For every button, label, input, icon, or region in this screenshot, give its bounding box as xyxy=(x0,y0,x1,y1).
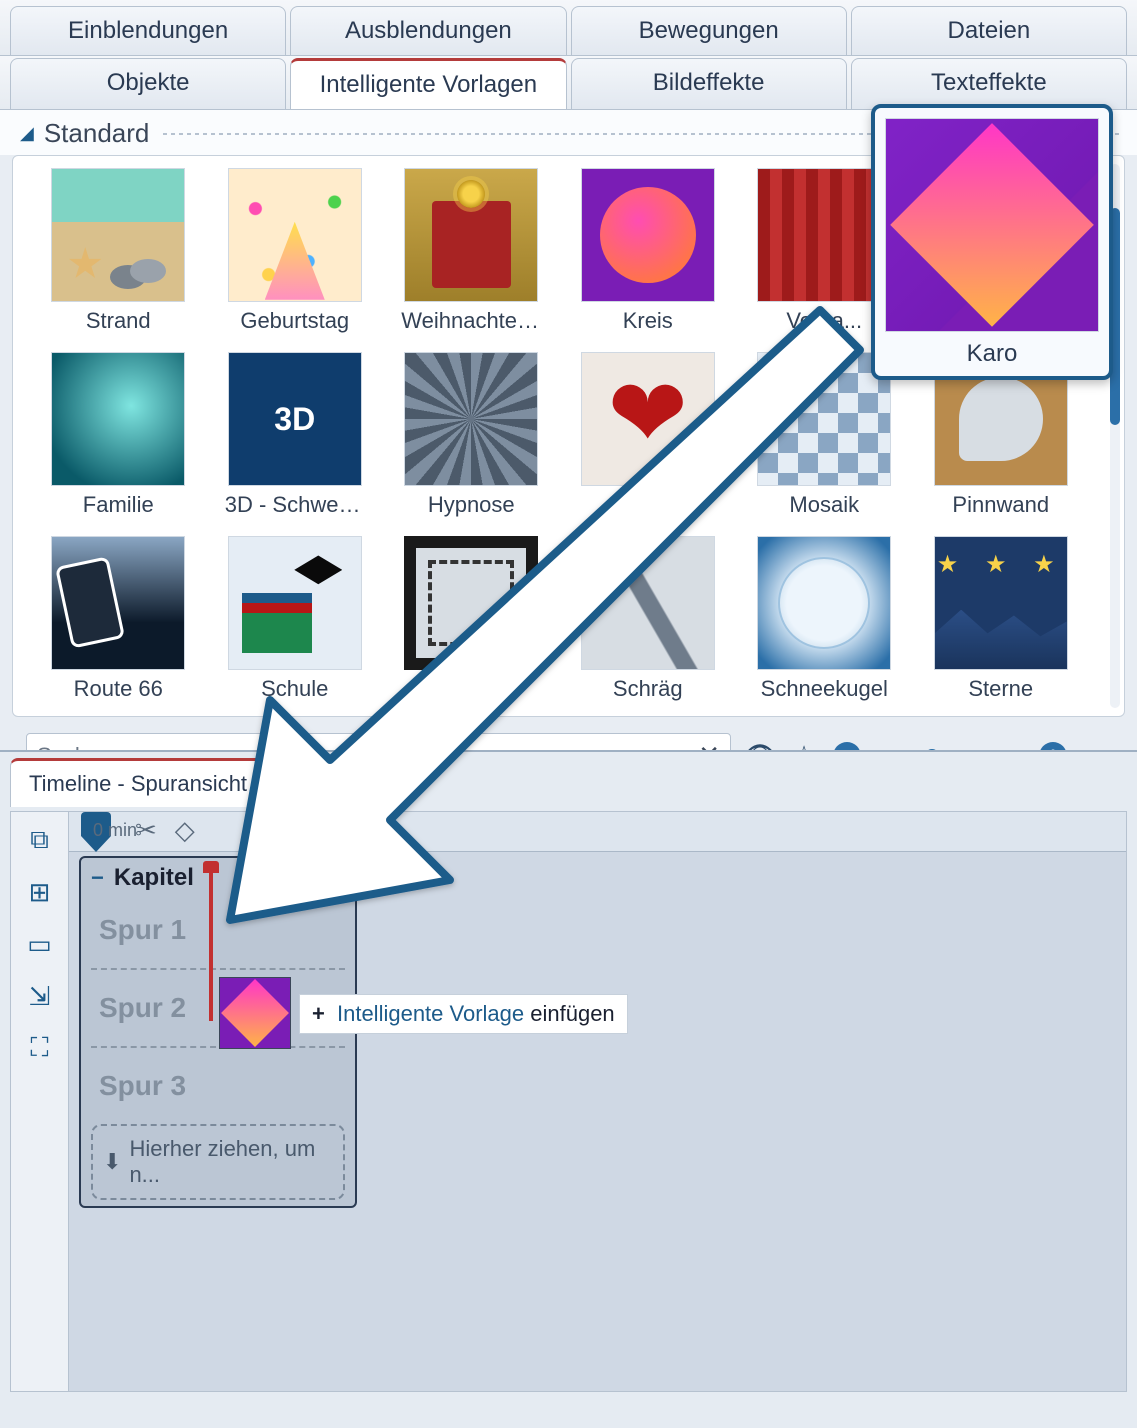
gallery-label: Kreis xyxy=(623,308,673,334)
chapter-dropzone[interactable]: ⬇ Hierher ziehen, um n... xyxy=(91,1124,345,1200)
gallery-label: Schräg xyxy=(613,676,683,702)
gallery-label: Weihnachten 1 xyxy=(401,308,541,334)
timeline-panel: Timeline - Spuransicht S... ⧉ ⊞ ▭ ⇲ ⛶ ✂ … xyxy=(0,750,1137,1428)
gallery-thumb xyxy=(51,352,185,486)
gallery-label: Strand xyxy=(86,308,151,334)
category-label: Standard xyxy=(44,118,150,149)
gallery-label: Geburtstag xyxy=(240,308,349,334)
marker-icon[interactable]: ◇ xyxy=(175,815,195,846)
gallery-label: Sterne xyxy=(968,676,1033,702)
gallery-thumb xyxy=(51,536,185,670)
gallery-thumb xyxy=(581,536,715,670)
gallery-thumb xyxy=(404,352,538,486)
gallery-thumb xyxy=(581,352,715,486)
gallery-label: Schule xyxy=(261,676,328,702)
timeline-cursor[interactable] xyxy=(209,871,213,1021)
subtab-bildeffekte[interactable]: Bildeffekte xyxy=(571,58,847,109)
gallery-item[interactable]: Schräg xyxy=(567,536,730,702)
tool-addremove-icon[interactable]: ⊞ xyxy=(22,874,58,910)
gallery-item[interactable]: Stummfi... xyxy=(390,536,553,702)
drop-tooltip-blue: Intelligente Vorlage xyxy=(337,1001,524,1026)
dropzone-label: Hierher ziehen, um n... xyxy=(129,1136,333,1188)
tool-splitview-icon[interactable]: ⧉ xyxy=(22,822,58,858)
gallery-item[interactable]: Geburtstag xyxy=(214,168,377,334)
preview-thumbnail xyxy=(885,118,1099,332)
subtab-objekte[interactable]: Objekte xyxy=(10,58,286,109)
gallery-thumb xyxy=(51,168,185,302)
timeline-ruler[interactable]: ✂ ◇ 0 min xyxy=(69,812,1126,852)
gallery-label: Vorha... xyxy=(786,308,862,334)
gallery-item[interactable]: Sterne xyxy=(920,536,1083,702)
gallery-label: Stummfi... xyxy=(422,676,521,702)
timeline-tab-spuransicht[interactable]: Timeline - Spuransicht xyxy=(10,758,266,807)
top-tabbar: Einblendungen Ausblendungen Bewegungen D… xyxy=(0,0,1137,56)
gallery-item[interactable]: Liebe xyxy=(567,352,730,518)
tool-expand-icon[interactable]: ⛶ xyxy=(22,1030,58,1066)
gallery-thumb xyxy=(404,536,538,670)
timeline-tabstrip: Timeline - Spuransicht S... xyxy=(10,758,1127,812)
gallery-item[interactable]: Schule xyxy=(214,536,377,702)
scissors-icon[interactable]: ✂ xyxy=(135,815,157,846)
gallery-item[interactable]: Kreis xyxy=(567,168,730,334)
gallery-thumb xyxy=(934,536,1068,670)
gallery-thumb xyxy=(757,536,891,670)
timeline-tab-secondary[interactable]: S... xyxy=(270,758,341,807)
track-label-1[interactable]: Spur 1 xyxy=(91,892,345,970)
subtab-texteffekte[interactable]: Texteffekte xyxy=(851,58,1127,109)
dragged-template-thumb[interactable] xyxy=(219,977,291,1049)
tab-einblendungen[interactable]: Einblendungen xyxy=(10,6,286,55)
tab-dateien[interactable]: Dateien xyxy=(851,6,1127,55)
expand-icon: ◢ xyxy=(20,123,34,144)
template-preview-popover: Karo xyxy=(871,104,1113,380)
tool-layers-icon[interactable]: ▭ xyxy=(22,926,58,962)
gallery-item[interactable]: Route 66 xyxy=(37,536,200,702)
gallery-item[interactable]: Strand xyxy=(37,168,200,334)
tab-ausblendungen[interactable]: Ausblendungen xyxy=(290,6,566,55)
chapter-title: Kapitel xyxy=(114,864,194,892)
gallery-item[interactable]: Weihnachten 1 xyxy=(390,168,553,334)
gallery-thumb xyxy=(581,168,715,302)
gallery-thumb xyxy=(228,536,362,670)
track-label-3[interactable]: Spur 3 xyxy=(91,1048,345,1124)
subtab-vorlagen[interactable]: Intelligente Vorlagen xyxy=(290,58,566,109)
preview-label: Karo xyxy=(885,332,1099,370)
dropzone-down-icon: ⬇ xyxy=(103,1149,121,1175)
gallery-label: Liebe xyxy=(621,492,675,518)
ruler-tool-icons: ✂ ◇ xyxy=(135,815,195,846)
timeline-body: ⧉ ⊞ ▭ ⇲ ⛶ ✂ ◇ 0 min − Kapitel xyxy=(10,812,1127,1392)
tab-bewegungen[interactable]: Bewegungen xyxy=(571,6,847,55)
tool-collapse-icon[interactable]: ⇲ xyxy=(22,978,58,1014)
gallery-thumb xyxy=(404,168,538,302)
gallery-item[interactable]: 3D 3D - Schweb... xyxy=(214,352,377,518)
gallery-label: Familie xyxy=(83,492,154,518)
gallery-item[interactable]: Familie xyxy=(37,352,200,518)
chapter-collapse-icon[interactable]: − xyxy=(91,865,104,891)
gallery-item[interactable]: Schneekugel xyxy=(743,536,906,702)
timeline-tool-column: ⧉ ⊞ ▭ ⇲ ⛶ xyxy=(11,812,69,1391)
gallery-thumb xyxy=(228,168,362,302)
gallery-label: 3D - Schweb... xyxy=(225,492,365,518)
sub-tabbar: Objekte Intelligente Vorlagen Bildeffekt… xyxy=(0,56,1137,110)
drop-tooltip-rest: einfügen xyxy=(530,1001,614,1026)
gallery-label: Schneekugel xyxy=(761,676,888,702)
gallery-label: Mosaik xyxy=(789,492,859,518)
timeline-track-area[interactable]: ✂ ◇ 0 min − Kapitel Spur 1 Spur 2 Spur 3… xyxy=(69,812,1126,1391)
gallery-label: Route 66 xyxy=(74,676,163,702)
ruler-zero-label: 0 min xyxy=(93,820,137,841)
drop-tooltip: + Intelligente Vorlage einfügen xyxy=(299,994,628,1034)
gallery-label: Hypnose xyxy=(428,492,515,518)
gallery-item[interactable]: Hypnose xyxy=(390,352,553,518)
gallery-thumb: 3D xyxy=(228,352,362,486)
plus-icon: + xyxy=(312,1001,325,1026)
gallery-label: Pinnwand xyxy=(952,492,1049,518)
